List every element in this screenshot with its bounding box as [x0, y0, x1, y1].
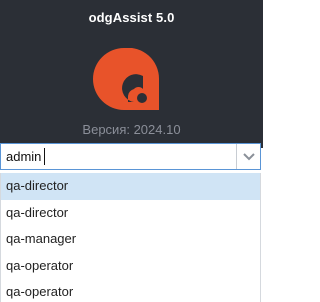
username-input[interactable] — [1, 144, 231, 169]
dropdown-option[interactable]: qa-director — [1, 200, 260, 227]
header-panel: odgAssist 5.0 Версия: 2024.10 — [0, 0, 263, 148]
dropdown-toggle-button[interactable] — [236, 144, 260, 169]
dropdown-option[interactable]: qa-operator — [1, 253, 260, 280]
app-title: odgAssist 5.0 — [88, 10, 175, 25]
login-window: odgAssist 5.0 Версия: 2024.10 qa-directo… — [0, 0, 263, 302]
text-caret — [44, 148, 45, 165]
dropdown-option[interactable]: qa-manager — [1, 226, 260, 253]
username-dropdown-list: qa-director qa-director qa-manager qa-op… — [0, 173, 261, 302]
dropdown-option[interactable]: qa-operator — [1, 279, 260, 302]
chevron-down-icon — [242, 152, 255, 160]
dropdown-option[interactable]: qa-director — [1, 173, 260, 200]
app-logo — [93, 48, 159, 110]
username-combobox[interactable] — [0, 143, 261, 170]
version-label: Версия: 2024.10 — [82, 122, 181, 137]
